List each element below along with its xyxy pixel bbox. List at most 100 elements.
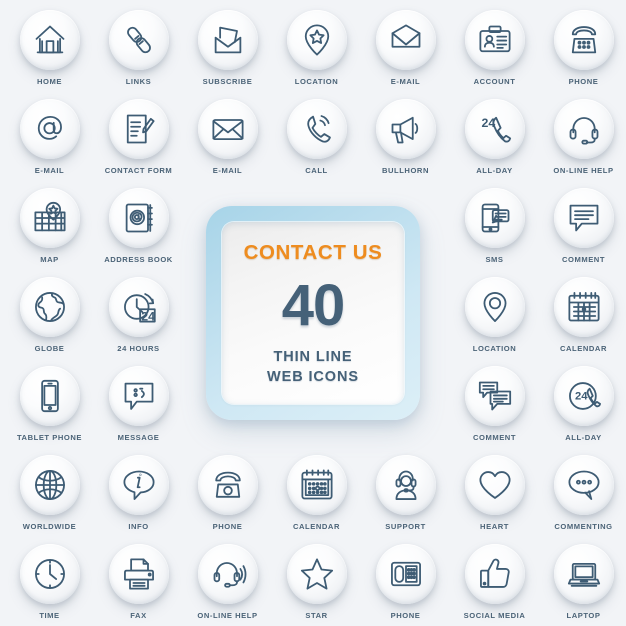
promo-title: CONTACT US — [243, 241, 383, 264]
icon-tile-phone[interactable]: PHONE — [183, 455, 272, 531]
icon-tile-map[interactable]: MAP — [5, 188, 94, 264]
icon-tile-heart[interactable]: HEART — [450, 455, 539, 531]
fax-printer-icon[interactable] — [108, 544, 169, 604]
support-agent-icon[interactable] — [375, 455, 436, 515]
icon-tile-laptop[interactable]: LAPTOP — [539, 544, 626, 620]
icon-tile-bullhorn[interactable]: BULLHORN — [361, 99, 450, 175]
dots-bubble-icon[interactable] — [553, 455, 614, 515]
icon-tile-home[interactable]: HOME — [5, 10, 94, 86]
icon-tile-time[interactable]: TIME — [5, 544, 94, 620]
icon-label: HOME — [37, 77, 62, 86]
smartphone-icon[interactable] — [19, 366, 80, 426]
icon-tile-fax[interactable]: FAX — [94, 544, 183, 620]
info-bubble-icon[interactable] — [108, 455, 169, 515]
thumbs-up-icon[interactable] — [464, 544, 525, 604]
icon-tile-all-day[interactable]: 24 ALL-DAY — [450, 99, 539, 175]
icon-tile-e-mail[interactable]: E-MAIL — [5, 99, 94, 175]
address-book-icon[interactable] — [108, 188, 169, 248]
icon-tile-e-mail[interactable]: E-MAIL — [183, 99, 272, 175]
globe-wire-icon[interactable] — [19, 455, 80, 515]
desk-phone-icon[interactable] — [197, 455, 258, 515]
form-pencil-icon[interactable] — [108, 99, 169, 159]
promo-subtitle-line1: THIN LINE — [273, 349, 353, 365]
map-grid-pin-icon[interactable] — [19, 188, 80, 248]
icon-tile-account[interactable]: ACCOUNT — [450, 10, 539, 86]
icon-tile-on-line-help[interactable]: ON-LINE HELP — [183, 544, 272, 620]
envelope-icon[interactable] — [197, 99, 258, 159]
icon-tile-address-book[interactable]: ADDRESS BOOK — [94, 188, 183, 264]
icon-label: ON-LINE HELP — [553, 166, 614, 175]
sms-phone-icon[interactable] — [464, 188, 525, 248]
icon-tile-worldwide[interactable]: WORLDWIDE — [5, 455, 94, 531]
icon-tile-location[interactable]: LOCATION — [450, 277, 539, 353]
two-bubbles-icon[interactable] — [464, 366, 525, 426]
headphone-wave-icon[interactable] — [197, 544, 258, 604]
icon-tile-subscribe[interactable]: SUBSCRIBE — [183, 10, 272, 86]
open-envelope-icon[interactable] — [197, 10, 258, 70]
icon-label: STAR — [305, 611, 328, 620]
icon-tile-all-day[interactable]: 24 ALL-DAY — [539, 366, 626, 442]
icon-label: ALL-DAY — [476, 166, 513, 175]
icon-label: COMMENTING — [554, 522, 613, 531]
icon-label: ON-LINE HELP — [197, 611, 258, 620]
envelope-open-icon[interactable] — [375, 10, 436, 70]
icon-tile-contact-form[interactable]: CONTACT FORM — [94, 99, 183, 175]
clock-24-icon[interactable]: 24 — [108, 277, 169, 337]
bullhorn-icon[interactable] — [375, 99, 436, 159]
icon-tile-sms[interactable]: SMS — [450, 188, 539, 264]
promo-subtitle-line2: WEB ICONS — [267, 369, 359, 385]
icon-label: E-MAIL — [390, 77, 421, 86]
icon-tile-e-mail[interactable]: E-MAIL — [361, 10, 450, 86]
map-pin-icon[interactable] — [464, 277, 525, 337]
calendar-icon[interactable] — [553, 277, 614, 337]
link-chain-icon[interactable] — [108, 10, 169, 70]
id-card-icon[interactable] — [464, 10, 525, 70]
icon-tile-calendar[interactable]: CALENDAR — [272, 455, 361, 531]
icon-tile-social-media[interactable]: SOCIAL MEDIA — [450, 544, 539, 620]
icon-tile-24-hours[interactable]: 24 24 HOURS — [94, 277, 183, 353]
map-pin-star-icon[interactable] — [286, 10, 347, 70]
icon-tile-message[interactable]: MESSAGE — [94, 366, 183, 442]
headset-icon[interactable] — [553, 99, 614, 159]
at-sign-icon[interactable] — [19, 99, 80, 159]
smiley-bubble-icon[interactable] — [108, 366, 169, 426]
star-icon[interactable] — [286, 544, 347, 604]
icon-label: BULLHORN — [381, 166, 429, 175]
icon-tile-call[interactable]: CALL — [272, 99, 361, 175]
laptop-icon[interactable] — [553, 544, 614, 604]
clock-icon[interactable] — [19, 544, 80, 604]
icon-tile-commenting[interactable]: COMMENTING — [539, 455, 626, 531]
circle-24-phone-icon[interactable]: 24 — [553, 366, 614, 426]
icon-label: COMMENT — [472, 433, 517, 442]
icon-tile-star[interactable]: STAR — [272, 544, 361, 620]
calendar-frame-icon[interactable] — [286, 455, 347, 515]
icon-label: SOCIAL MEDIA — [463, 611, 526, 620]
icon-tile-info[interactable]: INFO — [94, 455, 183, 531]
icon-tile-comment[interactable]: COMMENT — [450, 366, 539, 442]
home-icon[interactable] — [19, 10, 80, 70]
icon-tile-comment[interactable]: COMMENT — [539, 188, 626, 264]
svg-text:24: 24 — [575, 390, 588, 402]
icon-label: ADDRESS BOOK — [104, 255, 173, 264]
handset-waves-icon[interactable] — [286, 99, 347, 159]
icon-tile-calendar[interactable]: CALENDAR — [539, 277, 626, 353]
speech-lines-icon[interactable] — [553, 188, 614, 248]
icon-tile-globe[interactable]: GLOBE — [5, 277, 94, 353]
icon-tile-support[interactable]: SUPPORT — [361, 455, 450, 531]
handset-24-icon[interactable]: 24 — [464, 99, 525, 159]
icon-tile-links[interactable]: LINKS — [94, 10, 183, 86]
icon-tile-phone[interactable]: PHONE — [361, 544, 450, 620]
icon-label: PHONE — [568, 77, 599, 86]
heart-icon[interactable] — [464, 455, 525, 515]
icon-tile-tablet-phone[interactable]: TABLET PHONE — [5, 366, 94, 442]
icon-tile-location[interactable]: LOCATION — [272, 10, 361, 86]
icon-tile-phone[interactable]: PHONE — [539, 10, 626, 86]
icon-label: WORLDWIDE — [22, 522, 77, 531]
globe-earth-icon[interactable] — [19, 277, 80, 337]
icon-label: E-MAIL — [212, 166, 243, 175]
icon-label: CALENDAR — [559, 344, 607, 353]
icon-tile-on-line-help[interactable]: ON-LINE HELP — [539, 99, 626, 175]
office-phone-icon[interactable] — [375, 544, 436, 604]
icon-label: INFO — [128, 522, 149, 531]
rotary-phone-icon[interactable] — [553, 10, 614, 70]
